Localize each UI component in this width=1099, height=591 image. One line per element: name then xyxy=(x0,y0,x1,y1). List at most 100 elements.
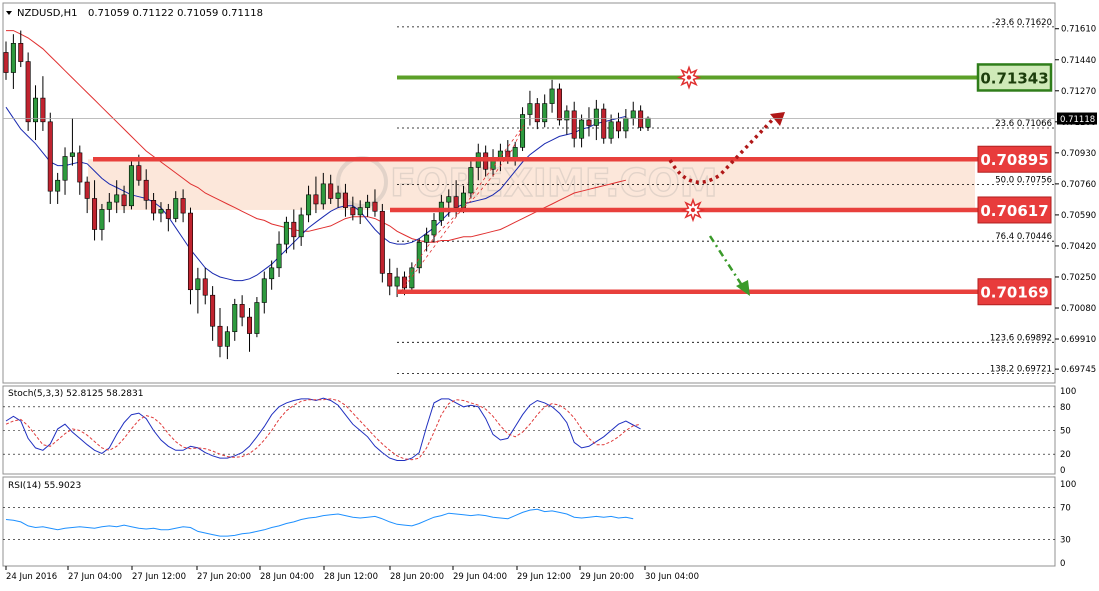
burst-icon-core xyxy=(690,207,696,213)
price-tick-label: 0.70250 xyxy=(1061,273,1096,283)
candle-body xyxy=(549,88,555,104)
candle-body xyxy=(579,119,585,139)
price-tick-label: 0.70420 xyxy=(1061,242,1096,252)
candle-body xyxy=(195,278,201,291)
candle-body xyxy=(69,152,75,157)
fib-label: 76.4 0.70446 xyxy=(995,232,1052,242)
candle-body xyxy=(92,198,98,230)
time-tick-label: 27 Jun 04:00 xyxy=(68,572,122,582)
candle-body xyxy=(446,196,452,203)
candle-body xyxy=(638,110,644,128)
key-level-label: 0.70617 xyxy=(980,202,1048,220)
price-tick-label: 0.69745 xyxy=(1061,365,1096,375)
candle-body xyxy=(623,117,629,132)
candle xyxy=(379,203,385,283)
stoch-title: Stoch(5,3,3) 52.8125 58.2831 xyxy=(8,389,143,399)
price-tick-label: 0.70080 xyxy=(1061,304,1096,314)
osc-tick-label: 70 xyxy=(1060,504,1071,514)
price-tick-label: 0.71270 xyxy=(1061,87,1096,97)
candle-body xyxy=(630,110,636,119)
candle-body xyxy=(645,117,651,128)
svg-text:FOREXIMF.COM: FOREXIMF.COM xyxy=(390,161,718,205)
candle-body xyxy=(283,221,289,245)
fib-label: -23.6 0.71620 xyxy=(992,18,1052,28)
candle-body xyxy=(350,207,356,216)
candle-body xyxy=(615,121,621,132)
candle-body xyxy=(276,243,282,269)
osc-tick-label: 100 xyxy=(1060,480,1076,490)
osc-tick-label: 80 xyxy=(1060,403,1071,413)
candle-body xyxy=(143,179,149,201)
candle-body xyxy=(328,183,334,199)
candle-body xyxy=(527,103,533,115)
candle-body xyxy=(47,121,53,192)
time-tick-label: 29 Jun 12:00 xyxy=(517,572,571,582)
candle-body xyxy=(55,179,61,192)
candle-body xyxy=(187,212,193,291)
candle-body xyxy=(416,241,422,269)
candle-body xyxy=(601,108,607,139)
candle-body xyxy=(298,214,304,238)
candle-body xyxy=(379,210,385,274)
candle xyxy=(25,52,31,131)
time-tick-label: 30 Jun 04:00 xyxy=(645,572,699,582)
time-tick-label: 28 Jun 12:00 xyxy=(324,572,378,582)
candle-body xyxy=(128,165,134,207)
burst-icon-core xyxy=(686,75,692,80)
time-tick-label: 27 Jun 12:00 xyxy=(132,572,186,582)
key-level-label: 0.70169 xyxy=(980,284,1048,302)
candle-body xyxy=(291,221,297,238)
candle-body xyxy=(254,302,260,334)
candle-body xyxy=(114,194,120,203)
candle-body xyxy=(3,52,9,73)
ohlc-label: 0.71059 0.71122 0.71059 0.71118 xyxy=(88,8,263,19)
candle-body xyxy=(335,192,341,199)
time-tick-label: 29 Jun 20:00 xyxy=(580,572,634,582)
chart-svg: FOREXIMF.COM -23.6 0.71620 23.6 0.71066 50… xyxy=(0,0,1099,587)
candle-body xyxy=(468,167,474,194)
time-tick-label: 27 Jun 20:00 xyxy=(197,572,251,582)
current-price-label: 0.71118 xyxy=(1060,115,1095,125)
osc-tick-label: 0 xyxy=(1060,466,1065,476)
candle-body xyxy=(62,156,68,181)
candle-body xyxy=(180,198,186,214)
candle-body xyxy=(424,234,430,243)
fib-label: 123.6 0.69892 xyxy=(990,333,1052,343)
candle-body xyxy=(99,209,105,230)
candle-body xyxy=(210,294,216,327)
candle-body xyxy=(394,276,400,287)
candle-body xyxy=(534,103,540,123)
candle-body xyxy=(431,220,437,236)
trading-chart: FOREXIMF.COM -23.6 0.71620 23.6 0.71066 50… xyxy=(0,0,1099,587)
candle-body xyxy=(357,207,363,216)
candle-body xyxy=(158,209,164,214)
candle-body xyxy=(77,152,83,183)
candle-body xyxy=(261,278,267,303)
candle-body xyxy=(342,192,348,208)
candle-body xyxy=(18,43,24,62)
time-tick-label: 28 Jun 20:00 xyxy=(390,572,444,582)
candle-body xyxy=(593,108,599,126)
osc-tick-label: 30 xyxy=(1060,535,1071,545)
candle xyxy=(254,297,260,338)
candle-body xyxy=(512,147,518,159)
candle xyxy=(556,83,562,126)
candle-body xyxy=(151,200,157,214)
candle xyxy=(128,158,134,210)
price-tick-label: 0.70590 xyxy=(1061,211,1096,221)
candle-body xyxy=(10,43,16,73)
osc-tick-label: 20 xyxy=(1060,450,1071,460)
candle-body xyxy=(173,198,179,219)
symbol-label: NZDUSD,H1 xyxy=(17,8,77,19)
price-tick-label: 0.70760 xyxy=(1061,180,1096,190)
osc-tick-label: 50 xyxy=(1060,427,1071,437)
key-level-label: 0.70895 xyxy=(980,151,1048,169)
candle-body xyxy=(542,103,548,123)
candle-body xyxy=(84,181,90,199)
candle-body xyxy=(269,267,275,280)
price-tick-label: 0.70930 xyxy=(1061,149,1096,159)
candle-body xyxy=(121,194,127,207)
osc-tick-label: 0 xyxy=(1060,559,1065,569)
watermark-logo: FOREXIMF.COM xyxy=(336,156,718,208)
rsi-title: RSI(14) 55.9023 xyxy=(8,481,81,491)
